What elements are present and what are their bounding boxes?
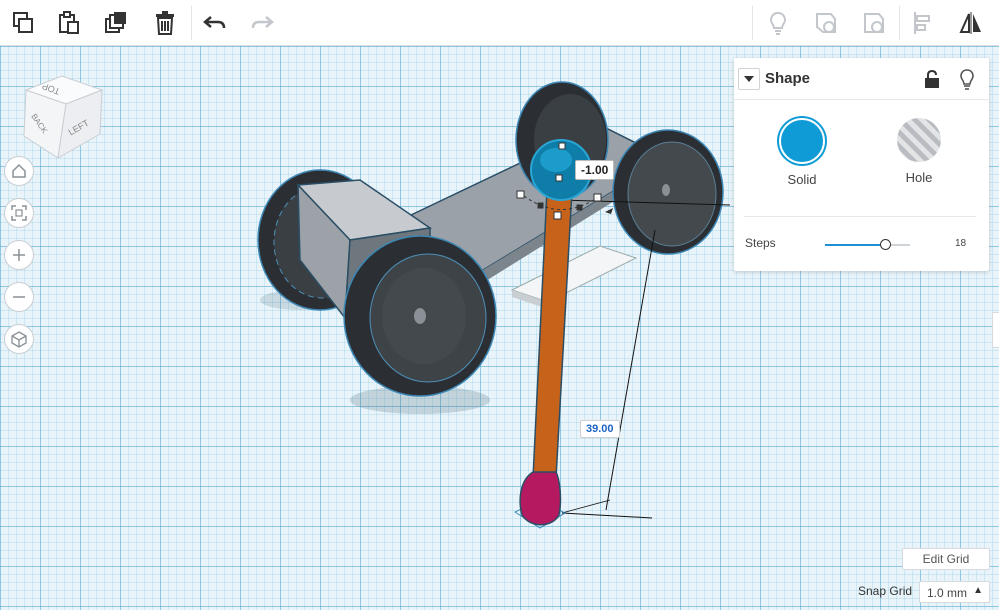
mirror-icon [959,12,981,34]
ortho-view-icon [11,331,27,348]
comment-icon [816,13,836,33]
snap-grid-label: Snap Grid [858,584,913,598]
align-button[interactable] [900,0,946,46]
steps-slider[interactable] [825,239,910,250]
note-icon [769,11,787,35]
steps-slider-fill [825,244,886,246]
show-hidden-icon [864,13,884,33]
snap-grid-value: 1.0 mm [927,586,968,600]
snap-grid-select[interactable]: 1.0 mm ▲ [919,581,990,603]
caret-up-icon: ▲ [973,585,983,596]
caret-down-icon [744,76,754,82]
hole-option[interactable]: Hole [884,118,954,185]
hole-swatch[interactable] [897,118,941,162]
duplicate-icon [105,12,126,33]
home-view-icon [12,163,26,178]
notes-button[interactable] [755,0,801,46]
paste-button[interactable] [46,0,92,46]
front-wheel [343,235,497,397]
collapse-panel-button[interactable] [738,68,760,90]
toolbar [0,0,999,46]
solid-color-swatch[interactable] [779,118,825,164]
undo-button[interactable] [192,0,238,46]
zoom-in-button[interactable] [4,240,34,270]
top-offset-label[interactable]: -1.00 [575,160,615,180]
side-panel-tab[interactable] [992,312,999,348]
steps-label: Steps [745,236,776,250]
right-wheel [612,129,724,255]
show-hidden-button[interactable] [851,0,897,46]
solid-option[interactable]: Solid [767,118,837,187]
paste-icon [59,11,79,34]
panel-header: Shape [734,58,989,100]
comment-button[interactable] [803,0,849,46]
copy-button[interactable] [0,0,46,46]
mirror-button[interactable] [948,0,994,46]
zoom-out-button[interactable] [4,282,34,312]
ortho-view-button[interactable] [4,324,34,354]
copy-icon [13,12,33,33]
panel-title: Shape [765,70,811,87]
shape-inspector-panel: Shape Solid Hole Steps 18 [734,58,989,271]
zoom-out-icon [13,296,25,298]
lightbulb-icon[interactable] [956,68,978,90]
align-icon [914,12,930,34]
delete-icon [156,11,174,35]
small-plate [510,245,638,303]
steps-slider-thumb[interactable] [880,239,892,250]
delete-button[interactable] [142,0,188,46]
height-dimension-input[interactable]: 39.00 [580,420,620,438]
fit-view-button[interactable] [4,198,34,228]
solid-label: Solid [787,172,817,187]
redo-button[interactable] [239,0,285,46]
undo-icon [203,16,226,29]
rotate-arrow-icon [605,208,613,214]
zoom-in-icon [13,249,25,261]
lock-icon[interactable] [922,69,942,89]
view-cube[interactable]: TOP BACK LEFT [18,74,106,158]
steps-value: 18 [955,238,967,249]
duplicate-button[interactable] [93,0,139,46]
panel-divider [744,216,976,217]
redo-icon [251,16,274,29]
edit-grid-button[interactable]: Edit Grid [902,548,990,570]
fit-view-icon [11,205,27,221]
home-view-button[interactable] [4,156,34,186]
hole-label: Hole [905,170,933,185]
